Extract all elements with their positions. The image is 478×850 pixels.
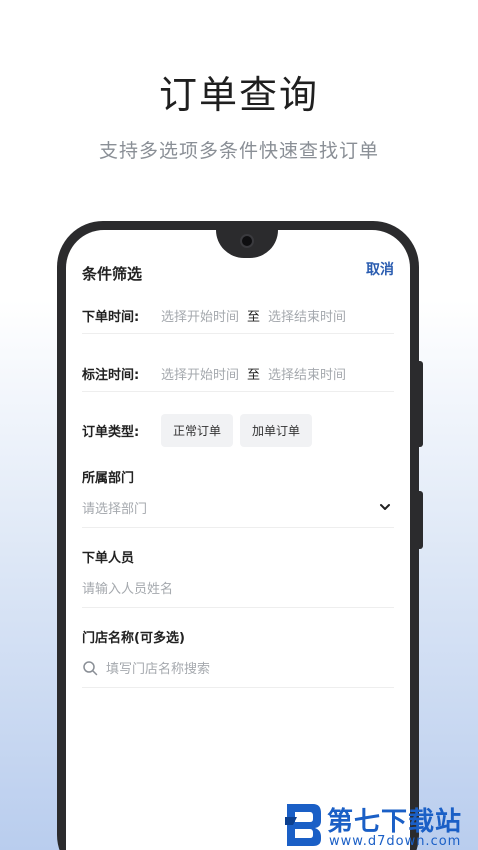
page-title: 订单查询 [158, 73, 319, 117]
order-type-normal-chip[interactable]: 正常订单 [161, 413, 234, 447]
store-search-placeholder: 填写门店名称搜索 [106, 662, 211, 677]
order-type-label: 订单类型: [82, 424, 140, 440]
order-type-extra-chip[interactable]: 加单订单 [240, 413, 313, 447]
mark-time-start-input[interactable]: 选择开始时间 [161, 364, 239, 383]
order-time-end-input[interactable]: 选择结束时间 [268, 306, 346, 325]
mark-time-to-label: 至 [247, 368, 261, 383]
order-time-label: 下单时间: [82, 310, 140, 325]
camera-icon [240, 234, 254, 248]
watermark-logo-icon [285, 804, 321, 846]
watermark-url: www.d7down.com [329, 834, 462, 849]
panel-title: 条件筛选 [82, 265, 143, 283]
orderer-placeholder: 请输入人员姓名 [82, 582, 174, 597]
mark-time-row: 标注时间: 选择开始时间 至 选择结束时间 [82, 356, 394, 392]
order-time-to-label: 至 [247, 310, 261, 325]
filter-panel: 条件筛选 取消 下单时间: 选择开始时间 至 选择结束时间 标注时间: 选择开始… [66, 230, 410, 850]
store-title: 门店名称(可多选) [82, 631, 185, 646]
search-icon [83, 660, 98, 675]
mark-time-label: 标注时间: [82, 368, 140, 383]
orderer-title: 下单人员 [82, 551, 135, 566]
department-title: 所属部门 [82, 471, 135, 486]
watermark: 第七下载站 www.d7down.com [283, 801, 475, 849]
mark-time-end-input[interactable]: 选择结束时间 [268, 364, 346, 383]
cancel-button[interactable]: 取消 [366, 259, 394, 279]
order-time-row: 下单时间: 选择开始时间 至 选择结束时间 [82, 298, 394, 334]
phone-side-button [418, 491, 423, 549]
watermark-name: 第七下载站 [327, 807, 463, 837]
orderer-input[interactable]: 请输入人员姓名 [82, 568, 394, 608]
phone-side-button [418, 361, 423, 447]
page-subtitle: 支持多选项多条件快速查找订单 [98, 140, 379, 162]
phone-frame: 条件筛选 取消 下单时间: 选择开始时间 至 选择结束时间 标注时间: 选择开始… [57, 221, 423, 850]
chevron-down-icon [380, 504, 390, 510]
order-type-row: 订单类型: 正常订单 加单订单 [82, 410, 394, 450]
department-placeholder: 请选择部门 [82, 502, 148, 517]
department-select[interactable]: 请选择部门 [82, 488, 394, 528]
order-time-start-input[interactable]: 选择开始时间 [161, 306, 239, 325]
phone-notch [216, 230, 278, 258]
store-search-input[interactable]: 填写门店名称搜索 [82, 648, 394, 688]
